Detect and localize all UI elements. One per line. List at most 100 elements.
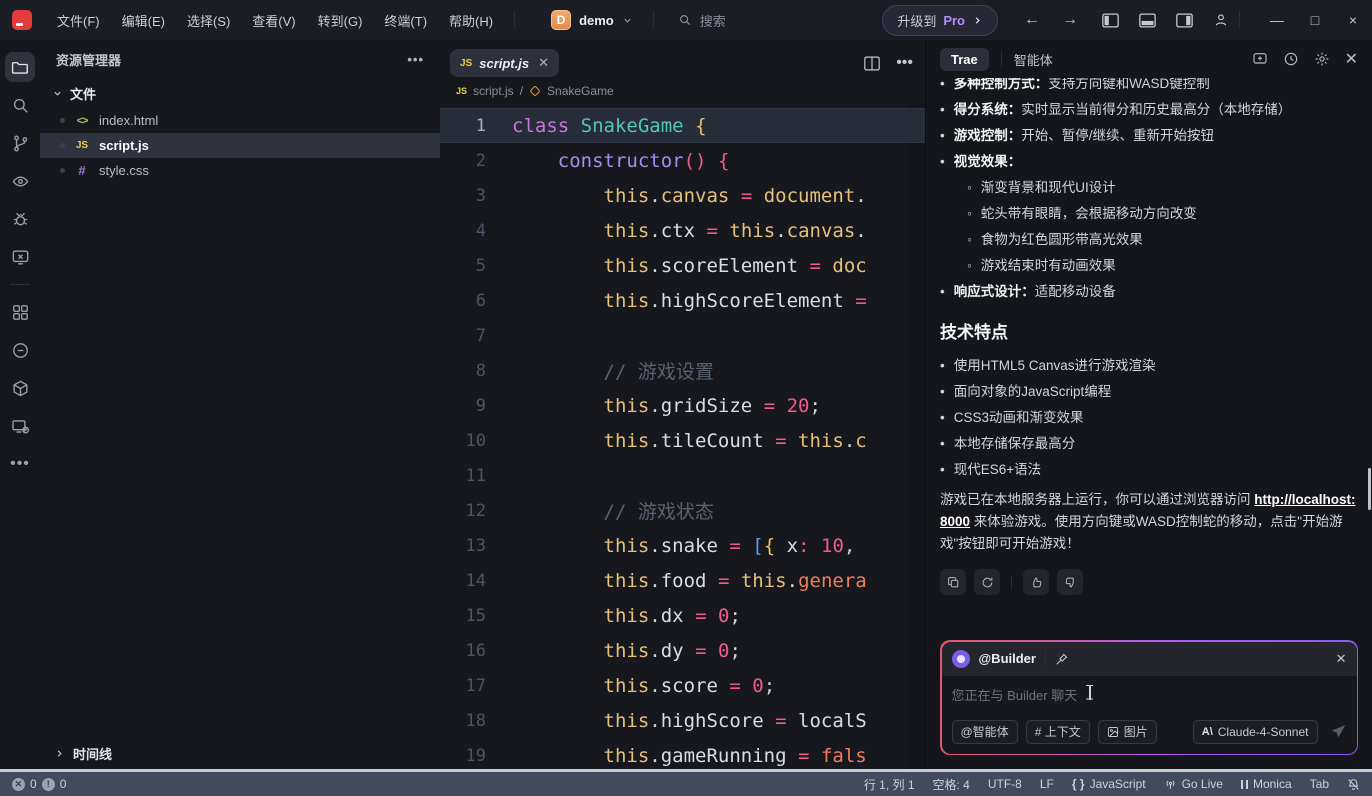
code-line[interactable]: 11 [440, 458, 925, 493]
activity-search[interactable] [0, 86, 40, 124]
hammer-icon[interactable] [1055, 652, 1069, 666]
code-line[interactable]: 12 // 游戏状态 [440, 493, 925, 528]
code-line[interactable]: 9 this.gridSize = 20; [440, 388, 925, 423]
timeline-section-header[interactable]: 时间线 [40, 737, 440, 769]
window-close-button[interactable]: × [1334, 0, 1372, 40]
code-line[interactable]: 8 // 游戏设置 [440, 353, 925, 388]
menu-item[interactable]: 查看(V) [241, 11, 306, 30]
nav-forward-button[interactable]: → [1062, 11, 1078, 29]
close-panel-icon[interactable]: ✕ [1345, 49, 1358, 69]
close-builder-icon[interactable]: ✕ [1336, 651, 1347, 667]
code-line[interactable]: 13 this.snake = [{ x: 10, [440, 528, 925, 563]
code-line[interactable]: 4 this.ctx = this.canvas. [440, 213, 925, 248]
toggle-bottom-panel-button[interactable] [1139, 13, 1156, 28]
project-switcher[interactable]: D demo [541, 10, 643, 30]
builder-toolbar: @智能体 # 上下文 图片 A\ Claude-4-Sonnet [942, 720, 1357, 754]
code-area[interactable]: 1class SnakeGame {2 constructor() {3 thi… [440, 104, 925, 769]
code-line[interactable]: 3 this.canvas = document. [440, 178, 925, 213]
activity-more[interactable]: ••• [0, 445, 40, 483]
thumbs-down-button[interactable] [1057, 569, 1083, 595]
breadcrumb-file[interactable]: script.js [473, 84, 514, 98]
send-button[interactable] [1330, 723, 1347, 740]
activity-terminal[interactable] [0, 238, 40, 276]
activity-package[interactable] [0, 369, 40, 407]
code-line[interactable]: 19 this.gameRunning = fals [440, 738, 925, 769]
history-icon[interactable] [1283, 51, 1299, 67]
code-line[interactable]: 6 this.highScoreElement = [440, 283, 925, 318]
code-line[interactable]: 17 this.score = 0; [440, 668, 925, 703]
activity-extensions[interactable] [0, 293, 40, 331]
code-line[interactable]: 5 this.scoreElement = doc [440, 248, 925, 283]
settings-gear-icon[interactable] [1314, 51, 1330, 67]
activity-debug[interactable] [0, 200, 40, 238]
eol-setting[interactable]: LF [1040, 777, 1054, 791]
encoding-setting[interactable]: UTF-8 [988, 777, 1022, 791]
breadcrumb-symbol[interactable]: SnakeGame [547, 84, 614, 98]
copy-button[interactable] [940, 569, 966, 595]
menu-item[interactable]: 选择(S) [176, 11, 241, 30]
language-mode[interactable]: { } JavaScript [1072, 777, 1146, 791]
tab-trae[interactable]: Trae [940, 48, 989, 71]
menu-item[interactable]: 文件(F) [46, 11, 111, 30]
code-line[interactable]: 1class SnakeGame { [440, 108, 925, 143]
monica-extension[interactable]: Monica [1241, 777, 1292, 791]
menu-item[interactable]: 编辑(E) [111, 11, 176, 30]
activity-source-control[interactable] [0, 124, 40, 162]
sub-bullet-text: 游戏结束时有动画效果 [981, 253, 1116, 279]
code-line[interactable]: 10 this.tileCount = this.c [440, 423, 925, 458]
file-item[interactable]: #style.css [40, 158, 440, 183]
new-chat-icon[interactable] [1252, 51, 1268, 67]
activity-history[interactable] [0, 331, 40, 369]
nav-back-button[interactable]: ← [1024, 11, 1040, 29]
menu-item[interactable]: 帮助(H) [438, 11, 504, 30]
editor-more-actions[interactable]: ••• [896, 54, 913, 72]
tab-close-icon[interactable]: ✕ [538, 55, 549, 71]
code-line[interactable]: 14 this.food = this.genera [440, 563, 925, 598]
activity-explorer[interactable] [0, 48, 40, 86]
problems-indicator[interactable]: ✕ 0 ! 0 [12, 777, 66, 791]
indentation-setting[interactable]: 空格: 4 [933, 776, 970, 793]
code-line[interactable]: 16 this.dy = 0; [440, 633, 925, 668]
split-editor-button[interactable] [864, 56, 880, 71]
activity-code-review[interactable] [0, 162, 40, 200]
menu-item[interactable]: 转到(G) [307, 11, 374, 30]
upgrade-pro-button[interactable]: 升级到 Pro [882, 5, 998, 36]
builder-mention[interactable]: @Builder [979, 651, 1036, 666]
explorer-more-actions[interactable]: ••• [407, 52, 424, 67]
file-item[interactable]: <>index.html [40, 108, 440, 133]
tab-script-js[interactable]: JS script.js ✕ [450, 49, 559, 77]
menu-item[interactable]: 终端(T) [373, 11, 438, 30]
notifications-muted-icon[interactable] [1347, 778, 1360, 791]
code-text: this.ctx = this.canvas. [512, 220, 867, 242]
image-chip[interactable]: 图片 [1098, 720, 1157, 744]
warning-icon: ! [42, 778, 55, 791]
code-line[interactable]: 15 this.dx = 0; [440, 598, 925, 633]
account-icon[interactable] [1213, 12, 1229, 28]
app-logo-icon[interactable] [12, 10, 32, 30]
thumbs-up-button[interactable] [1023, 569, 1049, 595]
toggle-right-panel-button[interactable] [1176, 13, 1193, 28]
window-maximize-button[interactable]: □ [1296, 0, 1334, 40]
regenerate-button[interactable] [974, 569, 1000, 595]
panel-scrollbar-thumb[interactable] [1368, 468, 1371, 510]
toggle-left-panel-button[interactable] [1102, 13, 1119, 28]
bullet-text: 本地存储保存最高分 [954, 431, 1076, 457]
tab-agents[interactable]: 智能体 [1014, 50, 1053, 69]
activity-remote-devices[interactable] [0, 407, 40, 445]
model-selector[interactable]: A\ Claude-4-Sonnet [1193, 720, 1318, 744]
global-search[interactable]: 搜索 [678, 11, 726, 30]
file-item[interactable]: JSscript.js [40, 133, 440, 158]
files-section-header[interactable]: 文件 [40, 78, 440, 108]
agents-chip[interactable]: @智能体 [952, 720, 1018, 744]
code-line[interactable]: 7 [440, 318, 925, 353]
chat-input[interactable]: 您正在与 Builder 聊天 [942, 676, 1357, 720]
context-chip[interactable]: # 上下文 [1026, 720, 1090, 744]
breadcrumb[interactable]: JS script.js / SnakeGame [440, 78, 925, 104]
window-minimize-button[interactable]: — [1258, 0, 1296, 40]
go-live-button[interactable]: Go Live [1164, 777, 1223, 791]
tab-size-setting[interactable]: Tab [1310, 777, 1329, 791]
code-line[interactable]: 18 this.highScore = localS [440, 703, 925, 738]
cursor-position[interactable]: 行 1, 列 1 [864, 776, 915, 793]
code-line[interactable]: 2 constructor() { [440, 143, 925, 178]
chat-bullet: •CSS3动画和渐变效果 [940, 405, 1358, 431]
